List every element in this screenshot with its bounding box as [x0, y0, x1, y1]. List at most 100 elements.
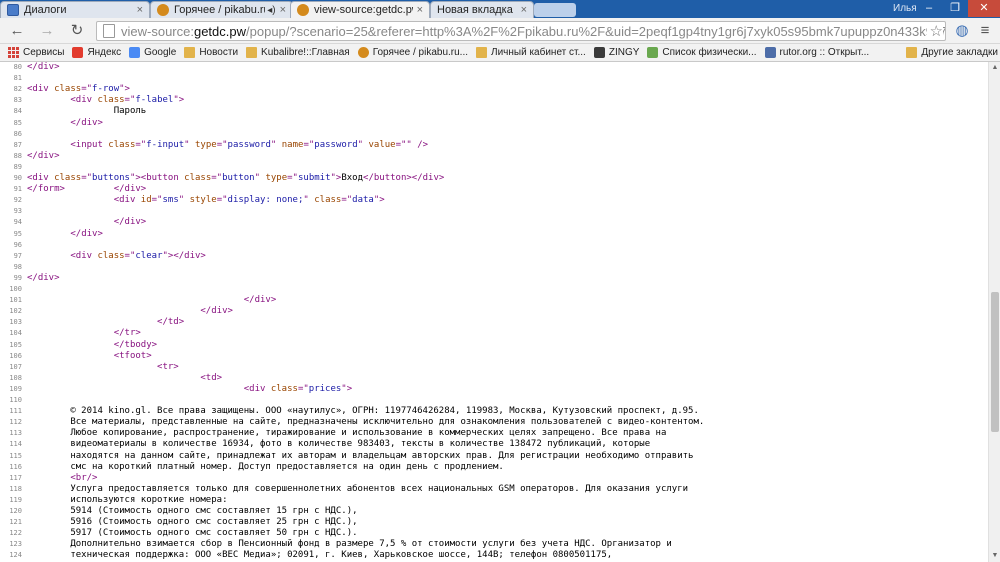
code-token: =" [124, 251, 136, 261]
line-code: Пароль [27, 106, 147, 117]
line-code: <input class="f-input" type="password" n… [27, 140, 428, 151]
close-tab-icon[interactable]: × [280, 4, 286, 16]
code-token: 5916 (Стоимость одного смс составляет 25… [27, 517, 358, 527]
code-token: value [368, 140, 396, 150]
code-token: 5917 (Стоимость одного смс составляет 50… [27, 528, 358, 538]
line-number: 83 [13, 96, 22, 104]
back-icon[interactable]: ← [8, 22, 26, 40]
bookmark-item[interactable]: Яндекс [72, 47, 121, 58]
code-token: </div> [113, 184, 147, 194]
line-number: 86 [13, 130, 22, 138]
close-tab-icon[interactable]: × [417, 4, 423, 16]
tab-2[interactable]: Горячее / pikabu.ru - ◂) × [150, 1, 293, 18]
code-token: "> [173, 95, 185, 105]
code-token: style [189, 195, 217, 205]
google-icon [129, 47, 141, 58]
pikabu-icon [357, 47, 369, 58]
bookmark-item[interactable]: Google [129, 47, 176, 58]
code-token: <div [70, 251, 98, 261]
code-token: техническая поддержка: ООО «ВЕС Медиа»; … [27, 550, 613, 560]
bookmark-item[interactable]: rutor.org :: Открыт... [764, 47, 869, 58]
scroll-thumb[interactable] [991, 292, 999, 432]
line-code: © 2014 kino.gl. Все права защищены. ООО … [27, 406, 699, 417]
code-token: Любое копирование, распространение, тира… [27, 428, 667, 438]
minimize-icon[interactable]: – [916, 0, 942, 17]
tab-title: view-source:getdc.pw/pop [314, 4, 413, 16]
bookmark-label: Новости [199, 47, 239, 58]
menu-icon[interactable]: ≡ [976, 22, 994, 40]
line-number: 96 [13, 241, 22, 249]
extension-icon[interactable]: ◍ [953, 22, 971, 40]
code-token: =" [81, 173, 93, 183]
address-bar[interactable]: view-source: getdc.pw /popup/?scenario=2… [96, 21, 946, 41]
line-number: 91 [13, 185, 22, 193]
bookmark-item[interactable]: Личный кабинет ст... [476, 47, 586, 58]
tab-1[interactable]: Диалоги × [0, 1, 150, 18]
close-window-icon[interactable]: ✕ [968, 0, 1000, 17]
source-view[interactable]: 80 </div> 81 82 <div class="f-row"> 83 <div c… [0, 62, 988, 562]
scroll-up-icon[interactable]: ▲ [989, 62, 1000, 74]
new-tab-button[interactable] [534, 3, 576, 17]
forward-icon[interactable]: → [38, 22, 56, 40]
audio-icon[interactable]: ◂) [267, 5, 275, 16]
bookmark-item[interactable]: Горячее / pikabu.ru... [357, 47, 468, 58]
bookmark-item[interactable]: Kubalibre!::Главная [246, 47, 350, 58]
line-number: 115 [9, 452, 22, 460]
line-code: </div> [27, 217, 147, 228]
code-token: </div> [27, 62, 60, 72]
bookmark-item[interactable]: Новости [184, 47, 238, 58]
bookmark-item[interactable]: Список физически... [647, 47, 757, 58]
code-token: </tbody> [113, 340, 158, 350]
line-number: 112 [9, 418, 22, 426]
line-number: 90 [13, 174, 22, 182]
bookmark-star-icon[interactable]: ☆ [926, 22, 943, 40]
bookmark-label: Сервисы [23, 47, 65, 58]
code-token: <div [27, 84, 55, 94]
line-number: 92 [13, 196, 22, 204]
line-code: <div class="f-label"> [27, 95, 184, 106]
bookmark-item[interactable]: ZINGY [593, 47, 639, 58]
vertical-scrollbar[interactable]: ▲ ▼ [988, 62, 1000, 562]
bookmark-item[interactable]: Сервисы [8, 47, 64, 58]
code-token: =" [216, 195, 228, 205]
other-bookmarks-label: Другие закладки [921, 47, 998, 58]
code-token: </div> [113, 217, 147, 227]
maximize-icon[interactable]: ❐ [943, 0, 967, 17]
line-code: находятся на данном сайте, принадлежат и… [27, 451, 693, 462]
line-number: 122 [9, 529, 22, 537]
line-code: </tr> [27, 328, 141, 339]
profile-name[interactable]: Илья [893, 3, 917, 14]
code-token: </div> [70, 118, 103, 128]
code-token: " [357, 140, 369, 150]
code-token: Вход [341, 173, 364, 183]
close-tab-icon[interactable]: × [137, 4, 143, 16]
code-token: <div [70, 95, 98, 105]
line-number: 121 [9, 518, 22, 526]
code-token: "><button [129, 173, 185, 183]
code-token: class [97, 251, 125, 261]
page-icon [103, 24, 115, 38]
code-token: clear [135, 251, 163, 261]
line-number: 85 [13, 119, 22, 127]
tab-4[interactable]: Новая вкладка × [430, 1, 534, 18]
other-bookmarks[interactable]: Другие закладки [906, 47, 998, 58]
code-token: <tr> [157, 362, 179, 372]
reload-icon[interactable]: ↻ [68, 22, 86, 40]
tab-3[interactable]: view-source:getdc.pw/pop × [290, 1, 430, 18]
url-domain: getdc.pw [193, 23, 247, 39]
line-code: Услуга предоставляется только для соверш… [27, 484, 688, 495]
code-token: =" [287, 173, 298, 183]
line-number: 100 [9, 285, 22, 293]
scroll-down-icon[interactable]: ▼ [989, 550, 1000, 562]
code-token: class [270, 384, 298, 394]
code-token: id [140, 195, 152, 205]
code-token: class [54, 173, 82, 183]
close-tab-icon[interactable]: × [521, 4, 527, 16]
line-code: </div> [27, 295, 277, 306]
